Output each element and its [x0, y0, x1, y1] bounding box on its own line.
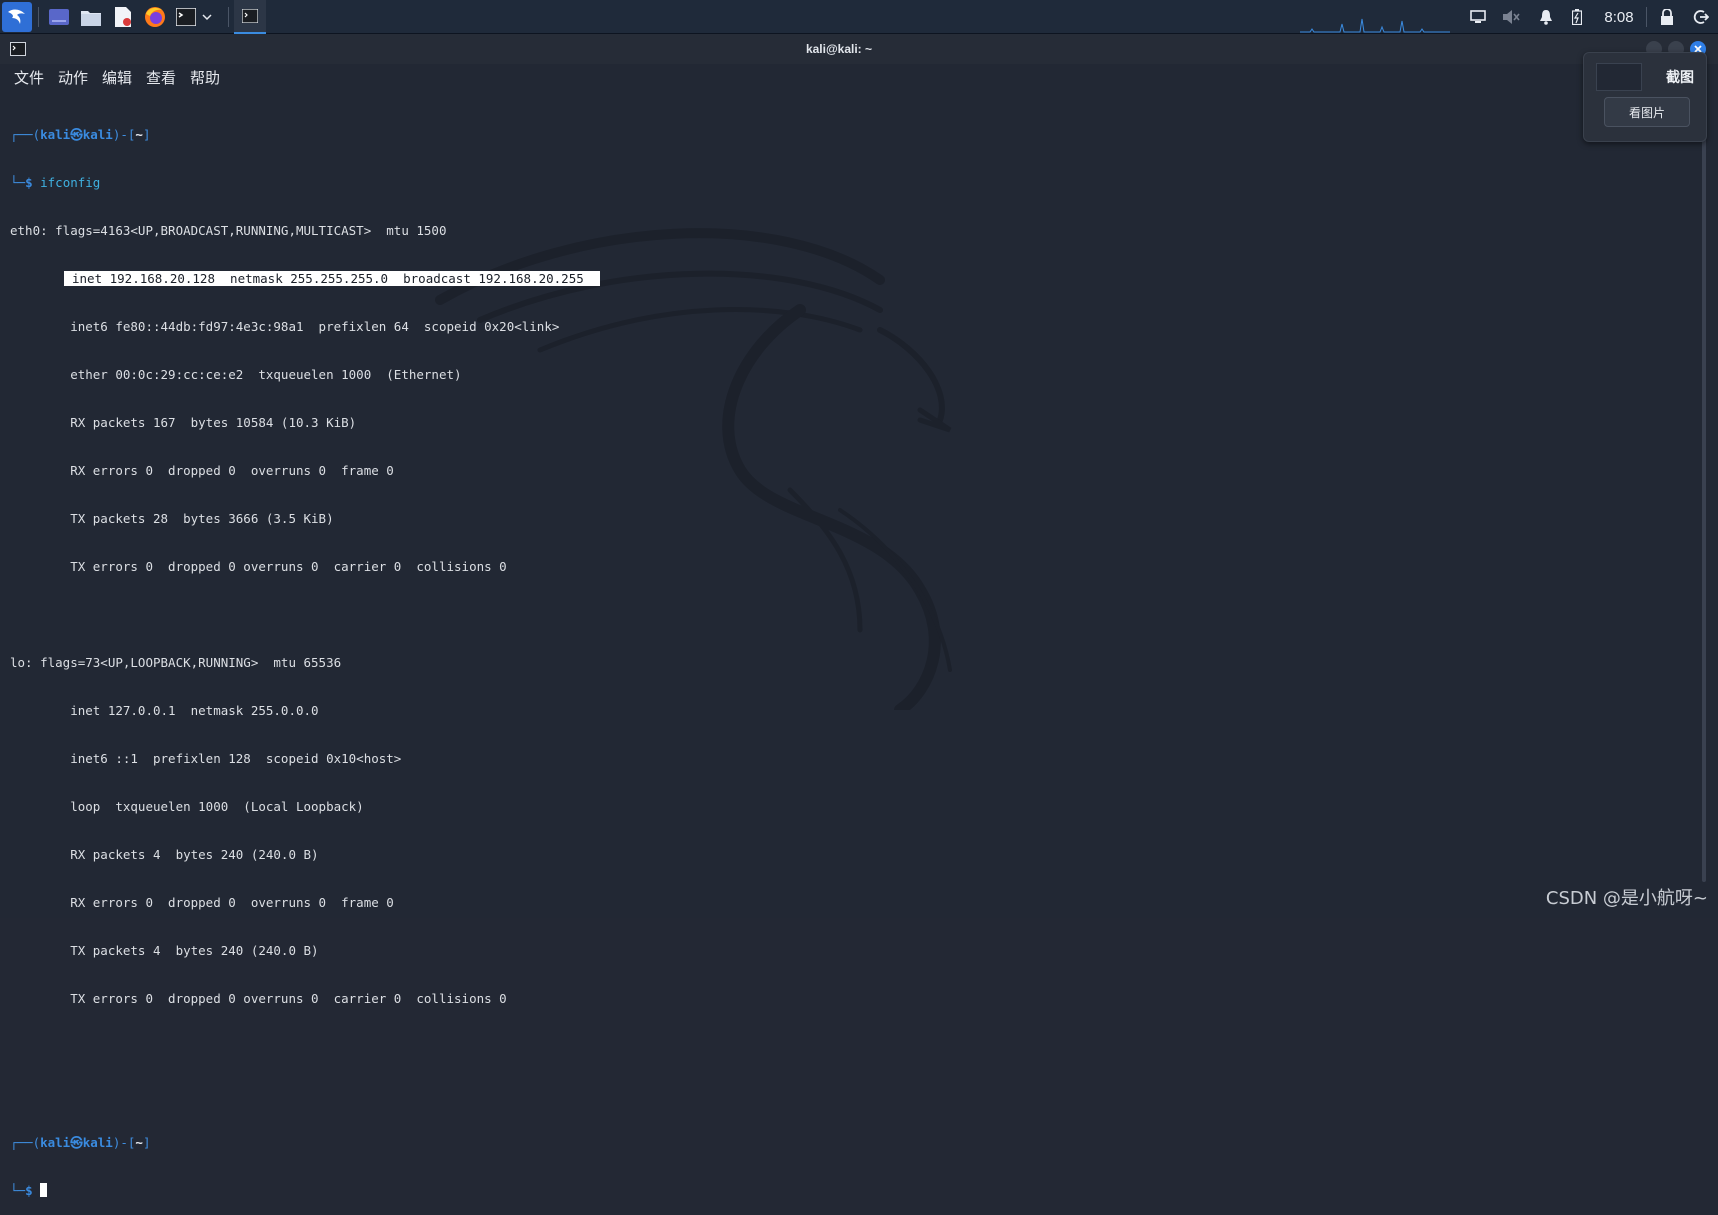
prompt-line: ┌──(kali㉿kali)-[~]: [10, 1135, 1690, 1151]
taskbar-separator: [1646, 7, 1647, 27]
output-line: inet 127.0.0.1 netmask 255.0.0.0: [10, 703, 319, 718]
command-line: └─$ ifconfig: [10, 175, 1690, 191]
input-line[interactable]: └─$: [10, 1183, 1690, 1199]
scrollbar[interactable]: [1702, 92, 1706, 882]
prompt-close: ]: [142, 127, 151, 142]
output-line: inet6 ::1 prefixlen 128 scopeid 0x10<hos…: [10, 751, 402, 766]
output-line: inet6 fe80::44db:fd97:4e3c:98a1 prefixle…: [10, 319, 560, 334]
view-image-button[interactable]: 看图片: [1604, 97, 1690, 127]
terminal-icon: [176, 8, 196, 26]
screenshot-popup: 截图 看图片: [1583, 52, 1707, 142]
selected-text[interactable]: inet 192.168.20.128 netmask 255.255.255.…: [64, 271, 600, 286]
clock[interactable]: 8:08: [1598, 0, 1640, 34]
terminal-output[interactable]: ┌──(kali㉿kali)-[~] └─$ ifconfig eth0: fl…: [10, 95, 1690, 1215]
firefox-button[interactable]: [142, 4, 168, 30]
bell-icon: [1540, 10, 1552, 25]
output-line: loop txqueuelen 1000 (Local Loopback): [10, 799, 364, 814]
launcher-dropdown-button[interactable]: [200, 4, 214, 30]
menu-action[interactable]: 动作: [58, 67, 88, 88]
prompt-mid: )-[: [112, 1135, 136, 1150]
monitor-icon: [1470, 10, 1486, 23]
output-line: TX packets 4 bytes 240 (240.0 B): [10, 943, 319, 958]
menu-view[interactable]: 查看: [146, 67, 176, 88]
command-text: ifconfig: [40, 175, 101, 190]
battery-tray[interactable]: [1566, 0, 1588, 34]
file-manager-button[interactable]: [78, 4, 104, 30]
notifications-tray[interactable]: [1534, 0, 1558, 34]
text-editor-icon: [115, 7, 131, 27]
taskbar-separator: [38, 7, 39, 27]
prompt-host: kali: [82, 1135, 113, 1150]
window-title: kali@kali: ~: [805, 42, 873, 56]
desktop-icon: [49, 9, 69, 25]
prompt-open: ┌──(: [10, 1135, 41, 1150]
prompt-cwd: ~: [135, 127, 143, 142]
prompt-open: ┌──(: [10, 127, 41, 142]
prompt-close: ]: [142, 1135, 151, 1150]
show-desktop-button[interactable]: [46, 4, 72, 30]
firefox-icon: [145, 7, 165, 27]
menubar: 文件 动作 编辑 查看 帮助: [0, 64, 1718, 90]
kali-menu-button[interactable]: [2, 2, 32, 32]
cpu-graph: [1300, 18, 1450, 33]
screenshot-thumbnail[interactable]: [1596, 63, 1642, 91]
volume-tray[interactable]: [1498, 0, 1524, 34]
output-line: ether 00:0c:29:cc:ce:e2 txqueuelen 1000 …: [10, 367, 462, 382]
prompt-user: kali: [40, 1135, 71, 1150]
prompt-dollar: $: [25, 1183, 33, 1198]
menu-file[interactable]: 文件: [14, 67, 44, 88]
menu-edit[interactable]: 编辑: [102, 67, 132, 88]
logout-button[interactable]: [1688, 0, 1714, 34]
menu-help[interactable]: 帮助: [190, 67, 220, 88]
output-line: RX packets 167 bytes 10584 (10.3 KiB): [10, 415, 357, 430]
prompt-host: kali: [82, 127, 113, 142]
chevron-down-icon: [202, 14, 212, 21]
output-line: RX packets 4 bytes 240 (240.0 B): [10, 847, 319, 862]
output-line: TX packets 28 bytes 3666 (3.5 KiB): [10, 511, 334, 526]
kali-menu-icon: [8, 9, 25, 24]
volume-muted-icon: [1503, 10, 1520, 24]
taskbar: 8:08: [0, 0, 1718, 34]
csdn-watermark: CSDN @是小航呀~: [1545, 888, 1708, 909]
prompt-second: └─: [10, 1183, 26, 1198]
output-line: eth0: flags=4163<UP,BROADCAST,RUNNING,MU…: [10, 223, 447, 238]
lock-screen-button[interactable]: [1654, 0, 1680, 34]
output-line: RX errors 0 dropped 0 overruns 0 frame 0: [10, 895, 394, 910]
output-line: RX errors 0 dropped 0 overruns 0 frame 0: [10, 463, 394, 478]
prompt-cwd: ~: [135, 1135, 143, 1150]
window-titlebar[interactable]: kali@kali: ~: [0, 34, 1718, 64]
prompt-at: ㉿: [70, 127, 83, 142]
prompt-second: └─: [10, 175, 26, 190]
screenshot-title: 截图: [1666, 70, 1694, 86]
display-tray[interactable]: [1466, 0, 1490, 34]
battery-icon: [1572, 9, 1582, 25]
prompt-user: kali: [40, 127, 71, 142]
file-manager-icon: [81, 11, 101, 26]
prompt-at: ㉿: [70, 1135, 83, 1150]
taskbar-separator: [228, 7, 229, 27]
prompt-line: ┌──(kali㉿kali)-[~]: [10, 127, 1690, 143]
text-cursor: [40, 1183, 48, 1197]
output-line: TX errors 0 dropped 0 overruns 0 carrier…: [10, 559, 507, 574]
logout-icon: [1693, 10, 1709, 24]
text-editor-button[interactable]: [110, 4, 136, 30]
prompt-dollar: $: [25, 175, 33, 190]
lock-icon: [1661, 9, 1673, 25]
terminal-icon: [242, 9, 258, 23]
taskbar-window-terminal[interactable]: [234, 0, 266, 34]
prompt-mid: )-[: [112, 127, 136, 142]
output-line: lo: flags=73<UP,LOOPBACK,RUNNING> mtu 65…: [10, 655, 342, 670]
output-line-highlighted: inet 192.168.20.128 netmask 255.255.255.…: [10, 271, 1690, 287]
output-line: TX errors 0 dropped 0 overruns 0 carrier…: [10, 991, 507, 1006]
terminal-launcher-button[interactable]: [174, 4, 198, 30]
